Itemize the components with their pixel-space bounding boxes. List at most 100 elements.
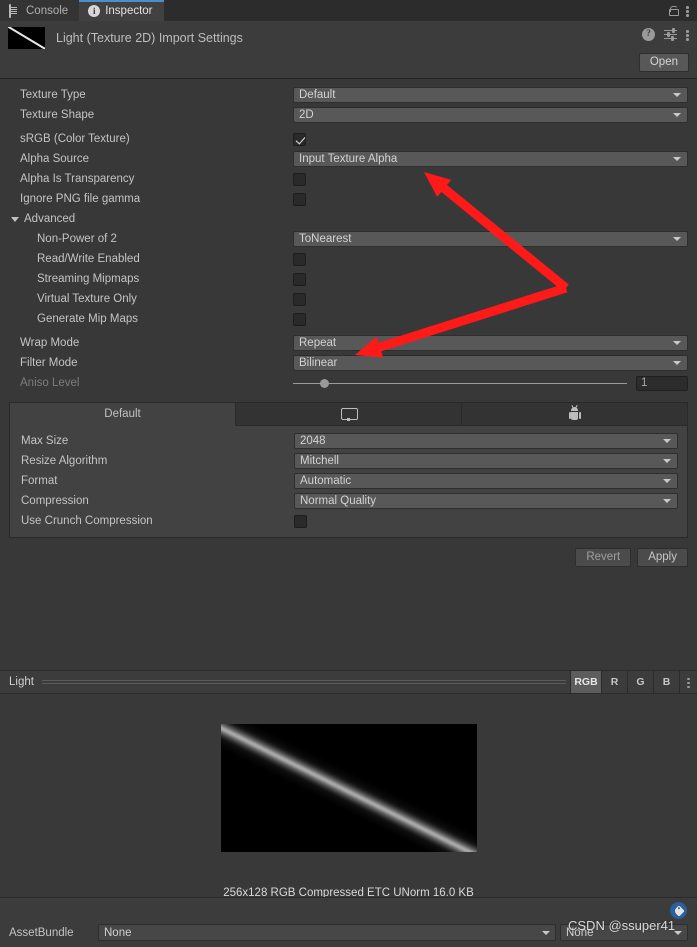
value-format: Automatic xyxy=(300,475,352,487)
checkbox-virtual-texture-only[interactable] xyxy=(293,292,306,306)
row-non-power-of-2: Non-Power of 2 ToNearest xyxy=(9,229,688,249)
label-virtual-texture-only: Virtual Texture Only xyxy=(37,293,137,305)
label-srgb-color-texture: sRGB (Color Texture) xyxy=(20,133,130,145)
label-format: Format xyxy=(21,475,58,487)
platform-tabs: Default xyxy=(10,403,687,426)
label-resize-algorithm: Resize Algorithm xyxy=(21,455,108,467)
tab-default[interactable]: Default xyxy=(10,403,236,426)
label-wrap-mode: Wrap Mode xyxy=(20,337,80,349)
chevron-down-icon xyxy=(663,439,671,443)
label-generate-mip-maps: Generate Mip Maps xyxy=(37,313,138,325)
header-icon-group: ? xyxy=(642,28,689,41)
foldout-advanced[interactable]: Advanced xyxy=(9,209,688,229)
dropdown-format[interactable]: Automatic xyxy=(294,473,678,489)
value-texture-shape: 2D xyxy=(299,109,314,121)
label-alpha-source: Alpha Source xyxy=(20,153,90,165)
dropdown-assetbundle-variant[interactable]: None xyxy=(560,924,688,941)
platform-settings-box: Default Max Size 2048 Resize Algorithm M… xyxy=(9,402,688,538)
chevron-down-icon xyxy=(673,361,681,365)
row-streaming-mipmaps: Streaming Mipmaps xyxy=(9,269,688,289)
texture-preview-image xyxy=(220,724,477,852)
row-generate-mip-maps: Generate Mip Maps xyxy=(9,309,688,329)
row-texture-type: Texture Type Default xyxy=(9,85,688,105)
import-settings-properties: Texture Type Default Texture Shape 2D sR… xyxy=(0,79,697,393)
input-aniso-level[interactable]: 1 xyxy=(636,375,688,391)
slider-handle[interactable] xyxy=(319,378,329,388)
channel-r[interactable]: R xyxy=(601,671,627,693)
texture-preview-area[interactable] xyxy=(0,694,697,882)
label-ignore-png-file-gamma: Ignore PNG file gamma xyxy=(20,193,141,205)
dropdown-assetbundle[interactable]: None xyxy=(98,924,556,941)
checkbox-ignore-png-file-gamma[interactable] xyxy=(293,192,306,206)
checkbox-use-crunch-compression[interactable] xyxy=(294,514,307,528)
checkbox-read-write-enabled[interactable] xyxy=(293,252,306,266)
value-wrap-mode: Repeat xyxy=(299,337,337,349)
checkbox-streaming-mipmaps[interactable] xyxy=(293,272,306,286)
dropdown-alpha-source[interactable]: Input Texture Alpha xyxy=(293,151,688,167)
revert-button[interactable]: Revert xyxy=(575,548,632,567)
tab-android[interactable] xyxy=(462,403,687,426)
checkbox-srgb-color-texture[interactable] xyxy=(293,132,306,146)
light-texture-thumbnail xyxy=(8,27,45,49)
row-srgb-color-texture: sRGB (Color Texture) xyxy=(9,129,688,149)
chevron-down-icon xyxy=(663,499,671,503)
action-buttons: Revert Apply xyxy=(0,538,697,567)
row-texture-shape: Texture Shape 2D xyxy=(9,105,688,125)
dropdown-texture-type[interactable]: Default xyxy=(293,87,688,103)
row-read-write-enabled: Read/Write Enabled xyxy=(9,249,688,269)
tab-standalone[interactable] xyxy=(236,403,462,426)
row-filter-mode: Filter Mode Bilinear xyxy=(9,353,688,373)
kebab-menu-icon[interactable] xyxy=(686,4,689,17)
label-advanced: Advanced xyxy=(24,213,76,225)
channel-b[interactable]: B xyxy=(653,671,679,693)
label-compression: Compression xyxy=(21,495,89,507)
android-icon xyxy=(568,404,581,421)
info-icon: i xyxy=(88,4,101,17)
kebab-menu-icon[interactable] xyxy=(686,28,689,41)
chevron-down-icon xyxy=(673,341,681,345)
slider-aniso-level[interactable] xyxy=(293,377,627,390)
chevron-down-icon xyxy=(663,479,671,483)
chevron-down-icon xyxy=(11,216,19,222)
monitor-icon xyxy=(341,407,358,421)
light-gradient-beam xyxy=(220,724,477,852)
value-assetbundle-variant: None xyxy=(566,926,594,939)
tab-inspector-label: Inspector xyxy=(105,4,153,17)
tab-console[interactable]: Console xyxy=(0,0,80,21)
row-alpha-source: Alpha Source Input Texture Alpha xyxy=(9,149,688,169)
row-alpha-is-transparency: Alpha Is Transparency xyxy=(9,169,688,189)
checkbox-alpha-is-transparency[interactable] xyxy=(293,172,306,186)
dropdown-filter-mode[interactable]: Bilinear xyxy=(293,355,688,371)
value-filter-mode: Bilinear xyxy=(299,357,338,369)
open-button[interactable]: Open xyxy=(638,53,689,72)
preset-settings-icon[interactable] xyxy=(664,28,677,41)
tab-inspector[interactable]: i Inspector xyxy=(79,0,164,21)
label-texture-type: Texture Type xyxy=(20,89,86,101)
label-aniso-level: Aniso Level xyxy=(20,377,80,389)
chevron-down-icon xyxy=(673,113,681,117)
checkbox-generate-mip-maps[interactable] xyxy=(293,312,306,326)
help-icon[interactable]: ? xyxy=(642,28,655,41)
row-wrap-mode: Wrap Mode Repeat xyxy=(9,333,688,353)
apply-button[interactable]: Apply xyxy=(637,548,688,567)
dropdown-compression[interactable]: Normal Quality xyxy=(294,493,678,509)
dropdown-resize-algorithm[interactable]: Mitchell xyxy=(294,453,678,469)
window-tab-bar: Console i Inspector xyxy=(0,0,697,21)
preview-menu-button[interactable] xyxy=(679,671,697,693)
dropdown-wrap-mode[interactable]: Repeat xyxy=(293,335,688,351)
assetbundle-row: AssetBundle None None xyxy=(0,924,697,941)
dropdown-texture-shape[interactable]: 2D xyxy=(293,107,688,123)
channel-rgb[interactable]: RGB xyxy=(570,671,601,693)
asset-label-icon[interactable] xyxy=(670,902,687,919)
value-texture-type: Default xyxy=(299,89,336,101)
row-max-size: Max Size 2048 xyxy=(10,431,687,451)
assetbundle-footer: AssetBundle None None xyxy=(0,897,697,947)
preview-section: Light RGB R G B 256x128 RGB Compressed E… xyxy=(0,670,697,904)
value-non-power-of-2: ToNearest xyxy=(299,233,352,245)
lock-icon[interactable] xyxy=(669,5,679,16)
dropdown-non-power-of-2[interactable]: ToNearest xyxy=(293,231,688,247)
value-max-size: 2048 xyxy=(300,435,326,447)
page-title: Light (Texture 2D) Import Settings xyxy=(56,31,243,45)
dropdown-max-size[interactable]: 2048 xyxy=(294,433,678,449)
channel-g[interactable]: G xyxy=(627,671,653,693)
